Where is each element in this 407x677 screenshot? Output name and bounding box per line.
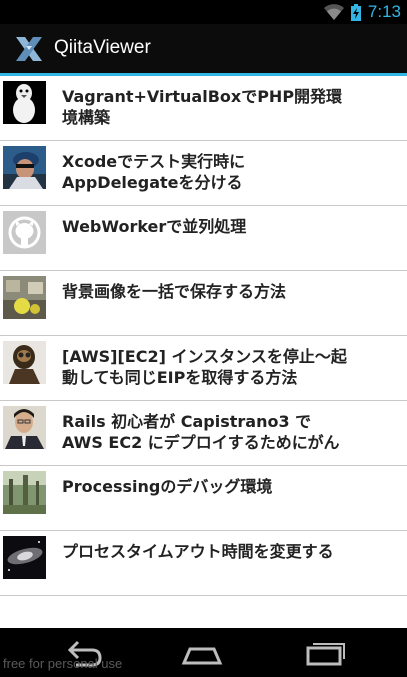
app-title: QiitaViewer [54, 37, 151, 58]
astronaut-photo [3, 341, 46, 384]
article-list: Vagrant+VirtualBoxでPHP開発環境構築 Xcodeでテスト実行… [0, 76, 407, 596]
battery-charging-icon [351, 4, 361, 21]
status-bar: 7:13 [0, 0, 407, 24]
article-title: 背景画像を一括で保存する方法 [62, 282, 287, 301]
article-title: Vagrant+VirtualBoxでPHP開発環境構築 [62, 87, 343, 127]
list-item[interactable]: プロセスタイムアウト時間を変更する [0, 531, 407, 596]
desk-photo [3, 276, 46, 319]
person-photo [3, 406, 46, 449]
article-title: Rails 初心者が Capistrano3 で AWS EC2 にデプロイする… [62, 412, 340, 455]
watermark-text: free for personal use [3, 656, 123, 671]
list-item[interactable]: 背景画像を一括で保存する方法 [0, 271, 407, 336]
home-icon[interactable] [172, 638, 232, 668]
qiita-x-logo-icon[interactable] [13, 33, 45, 65]
penguin-icon [3, 81, 46, 124]
forest-photo [3, 471, 46, 514]
article-title: Processingのデバッグ環境 [62, 477, 273, 496]
galaxy-photo [3, 536, 46, 579]
article-title: プロセスタイムアウト時間を変更する [62, 542, 334, 561]
article-title: [AWS][EC2] インスタンスを停止～起動しても同じEIPを取得する方法 [62, 347, 347, 387]
article-title: Xcodeでテスト実行時にAppDelegateを分ける [62, 152, 246, 192]
list-item[interactable]: [AWS][EC2] インスタンスを停止～起動しても同じEIPを取得する方法 [0, 336, 407, 401]
recents-icon[interactable] [294, 638, 354, 668]
status-time: 7:13 [367, 2, 401, 21]
wifi-icon [323, 3, 345, 21]
list-item[interactable]: Vagrant+VirtualBoxでPHP開発環境構築 [0, 76, 407, 141]
list-item[interactable]: Rails 初心者が Capistrano3 で AWS EC2 にデプロイする… [0, 401, 407, 466]
list-item[interactable]: Processingのデバッグ環境 [0, 466, 407, 531]
list-item[interactable]: WebWorkerで並列処理 [0, 206, 407, 271]
github-octocat-icon [3, 211, 46, 254]
action-bar: QiitaViewer [0, 24, 407, 76]
article-title: WebWorkerで並列処理 [62, 217, 247, 236]
cyclist-photo [3, 146, 46, 189]
list-item[interactable]: Xcodeでテスト実行時にAppDelegateを分ける [0, 141, 407, 206]
